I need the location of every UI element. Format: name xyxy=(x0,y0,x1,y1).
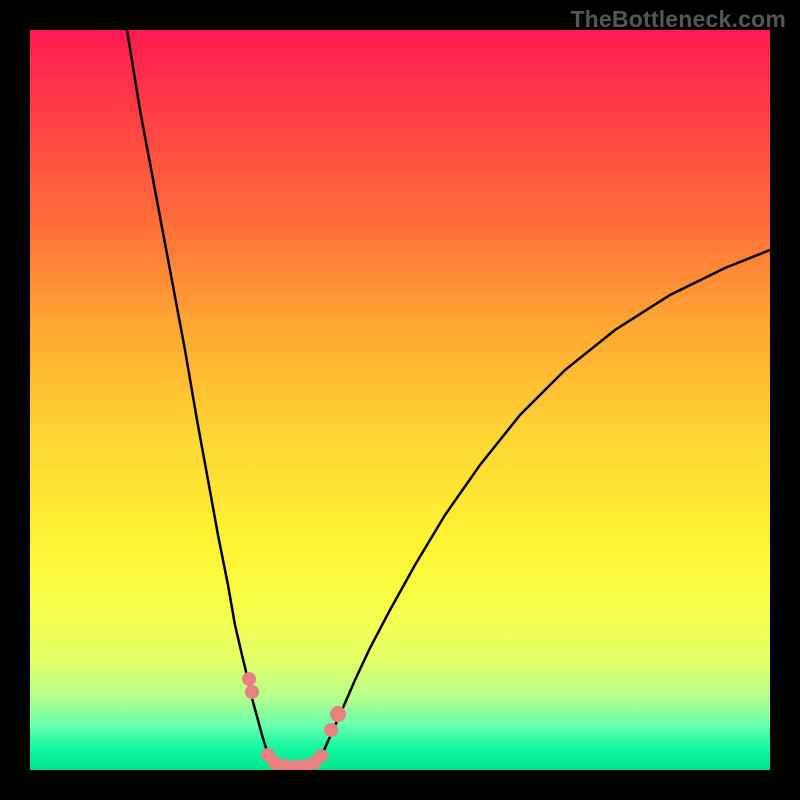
right-upper-dot2 xyxy=(324,723,338,737)
bottleneck-curve xyxy=(127,30,770,765)
left-upper-dot xyxy=(242,672,256,686)
curve-left-branch xyxy=(127,30,270,765)
chart-frame: TheBottleneck.com xyxy=(0,0,800,800)
right-upper-dot xyxy=(330,706,346,722)
chart-plot-area xyxy=(30,30,770,770)
chart-svg xyxy=(30,30,770,770)
curve-right-branch xyxy=(318,250,770,765)
right-lower-dot xyxy=(314,749,328,763)
watermark-text: TheBottleneck.com xyxy=(570,6,786,33)
left-upper-dot2 xyxy=(245,685,259,699)
